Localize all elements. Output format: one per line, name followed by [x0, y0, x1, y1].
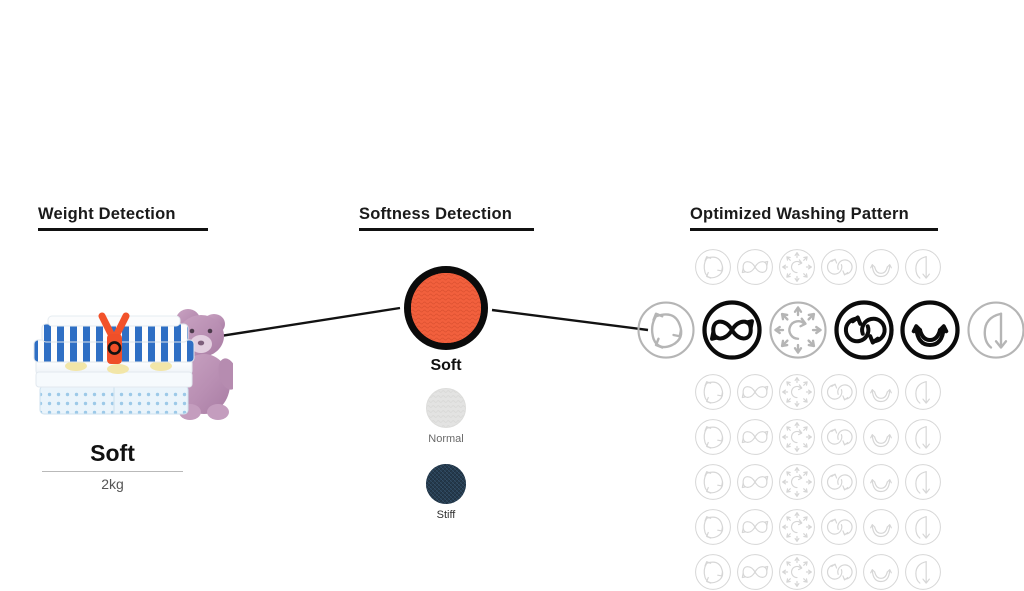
washing-pattern-row	[694, 418, 942, 456]
section-title-text: Weight Detection	[38, 205, 176, 223]
fabric-weave-texture	[426, 464, 466, 504]
radiating-spin-icon[interactable]	[778, 463, 816, 501]
section-title-text: Optimized Washing Pattern	[690, 205, 909, 223]
folded-towel-stack	[33, 315, 195, 415]
rotation-loop-icon[interactable]	[694, 463, 732, 501]
rotation-loop-icon[interactable]	[694, 373, 732, 411]
washing-pattern-row-selected[interactable]	[636, 300, 1024, 360]
connector-softness-to-pattern	[491, 308, 649, 332]
normal-fabric-swatch[interactable]	[426, 388, 466, 428]
section-heading-weight-detection: Weight Detection	[38, 204, 208, 231]
curve-down-arrow-icon[interactable]	[904, 508, 942, 546]
rotation-loop-icon[interactable]	[694, 418, 732, 456]
weight-detected-class: Soft	[90, 440, 135, 466]
soft-fabric-swatch[interactable]	[404, 266, 488, 350]
curve-down-arrow-icon[interactable]	[904, 463, 942, 501]
heading-underline	[38, 228, 208, 231]
washing-pattern-row	[694, 463, 942, 501]
curve-down-arrow-icon[interactable]	[904, 553, 942, 591]
cradle-swing-icon[interactable]	[862, 248, 900, 286]
softness-option-stiff[interactable]: Stiff	[405, 464, 487, 521]
washing-pattern-row	[694, 373, 942, 411]
cradle-swing-icon[interactable]	[862, 418, 900, 456]
softness-option-normal[interactable]: Normal	[405, 388, 487, 445]
curve-down-arrow-icon[interactable]	[904, 373, 942, 411]
softness-option-label: Normal	[428, 433, 464, 445]
curve-down-arrow-icon[interactable]	[966, 300, 1024, 360]
curve-down-arrow-icon[interactable]	[904, 418, 942, 456]
radiating-spin-icon[interactable]	[778, 553, 816, 591]
weight-value: 2kg	[101, 476, 124, 492]
cradle-swing-icon[interactable]	[862, 508, 900, 546]
cradle-swing-icon[interactable]	[862, 553, 900, 591]
softness-option-label: Soft	[430, 357, 462, 374]
fabric-weave-texture	[411, 273, 481, 343]
folded-laundry-stack-with-teddy-bear-photo	[18, 300, 233, 425]
weight-readout: Soft 2kg	[30, 440, 195, 493]
radiating-spin-icon[interactable]	[778, 508, 816, 546]
washing-pattern-grid	[636, 248, 1024, 590]
infinity-loop-icon[interactable]	[736, 553, 774, 591]
softness-option-label: Stiff	[436, 509, 456, 521]
cradle-swing-icon[interactable]	[862, 463, 900, 501]
washing-pattern-row	[694, 553, 942, 591]
fabric-weave-texture	[427, 389, 465, 427]
readout-divider	[42, 471, 183, 472]
rotation-loop-icon[interactable]	[636, 300, 696, 360]
rotation-loop-icon[interactable]	[694, 248, 732, 286]
washing-pattern-row	[694, 248, 942, 286]
double-rotation-icon[interactable]	[820, 373, 858, 411]
infinity-loop-icon[interactable]	[736, 463, 774, 501]
diagram-canvas: Weight Detection Softness Detection Opti…	[0, 0, 1024, 590]
heading-underline	[690, 228, 938, 231]
cradle-swing-icon[interactable]	[900, 300, 960, 360]
radiating-spin-icon[interactable]	[778, 418, 816, 456]
infinity-loop-icon[interactable]	[736, 508, 774, 546]
stiff-fabric-swatch[interactable]	[426, 464, 466, 504]
double-rotation-icon[interactable]	[820, 553, 858, 591]
washing-pattern-row	[694, 508, 942, 546]
softness-option-soft[interactable]: Soft	[396, 266, 496, 375]
infinity-loop-icon[interactable]	[736, 248, 774, 286]
rotation-loop-icon[interactable]	[694, 508, 732, 546]
double-rotation-icon[interactable]	[820, 463, 858, 501]
section-heading-optimized-washing-pattern: Optimized Washing Pattern	[690, 204, 938, 231]
double-rotation-icon[interactable]	[820, 418, 858, 456]
infinity-loop-icon[interactable]	[702, 300, 762, 360]
infinity-loop-icon[interactable]	[736, 373, 774, 411]
radiating-spin-icon[interactable]	[778, 248, 816, 286]
cradle-swing-icon[interactable]	[862, 373, 900, 411]
curve-down-arrow-icon[interactable]	[904, 248, 942, 286]
double-rotation-icon[interactable]	[834, 300, 894, 360]
section-heading-softness-detection: Softness Detection	[359, 204, 534, 231]
double-rotation-icon[interactable]	[820, 248, 858, 286]
radiating-spin-icon[interactable]	[778, 373, 816, 411]
infinity-loop-icon[interactable]	[736, 418, 774, 456]
heading-underline	[359, 228, 534, 231]
rotation-loop-icon[interactable]	[694, 553, 732, 591]
section-title-text: Softness Detection	[359, 205, 513, 223]
radiating-spin-icon[interactable]	[768, 300, 828, 360]
double-rotation-icon[interactable]	[820, 508, 858, 546]
